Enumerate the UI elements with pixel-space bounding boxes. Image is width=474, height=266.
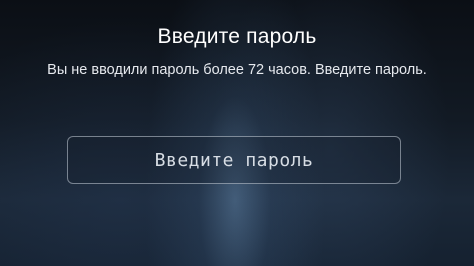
dialog-title: Введите пароль xyxy=(157,25,317,48)
password-input[interactable]: Введите пароль xyxy=(67,136,401,184)
dialog-message: Вы не вводили пароль более 72 часов. Вве… xyxy=(47,62,427,78)
password-placeholder: Введите пароль xyxy=(154,149,314,171)
